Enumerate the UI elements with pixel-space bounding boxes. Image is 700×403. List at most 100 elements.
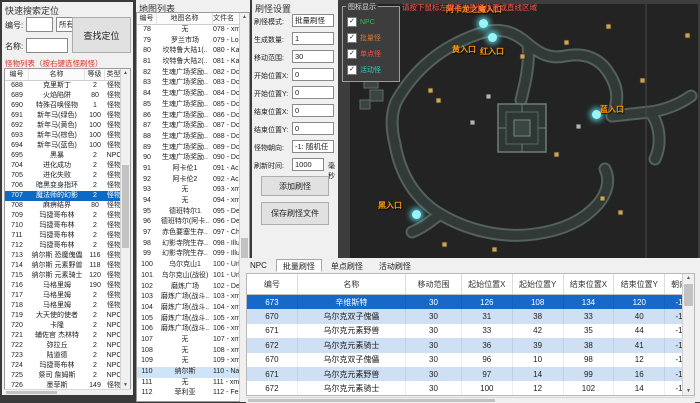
list-item[interactable]: 710玛捷哥布林2怪物 [5, 221, 130, 231]
list-item[interactable]: 81坎特鲁大陆2(..081 - Kar [137, 57, 249, 68]
list-item[interactable]: 709玛捷哥布林2怪物 [5, 211, 130, 221]
list-item[interactable]: 718马格里姆2怪物 [5, 301, 130, 311]
list-item[interactable]: 103磨炼广场(战斗..103 - xm [137, 292, 249, 303]
list-item[interactable]: 83生魂广场奖励..083 - Dou [137, 78, 249, 89]
list-item[interactable]: 693新年马(棕色)100怪物 [5, 131, 130, 141]
list-item[interactable]: 688克里斯丁2怪物 [5, 81, 130, 91]
list-item[interactable]: 93无093 - xm [137, 185, 249, 196]
list-item[interactable]: 707魔法师的幻影2怪物 [5, 191, 130, 201]
list-item[interactable]: 84生魂广场奖励..084 - Dou [137, 89, 249, 100]
field-input[interactable]: 0 [292, 122, 334, 135]
list-item[interactable]: 97赤色要塞生存..097 - Cha [137, 228, 249, 239]
field-input[interactable]: 30 [292, 50, 334, 63]
list-item[interactable]: 95德班特尔1095 - Deb [137, 207, 249, 218]
list-item[interactable]: 105磨炼广场(战斗..105 - xm [137, 314, 249, 325]
list-item[interactable]: 100乌尔克山1100 - Urk [137, 260, 249, 271]
list-item[interactable]: 720卡隆2NPC [5, 321, 130, 331]
list-item[interactable]: 85生魂广场奖励..085 - Dou [137, 100, 249, 111]
list-item[interactable]: 716马格里姆190怪物 [5, 281, 130, 291]
spawn-table-hscrollbar[interactable] [246, 397, 695, 403]
list-item[interactable]: 108无108 - xm [137, 346, 249, 357]
list-item[interactable]: 99幻影寺院生存..099 - Illus [137, 249, 249, 260]
list-item[interactable]: 689火焰陷阱80怪物 [5, 91, 130, 101]
field-select[interactable]: -1: 随机任 [292, 140, 334, 153]
table-row[interactable]: 670乌尔克双子傀儡3031383340-1 [247, 309, 694, 323]
list-item[interactable]: 92阿卡伦2092 - Ach [137, 175, 249, 186]
scroll-up-icon[interactable]: ▲ [683, 274, 694, 282]
list-item[interactable]: 111无111 - xm [137, 378, 249, 389]
list-item[interactable]: 102磨炼广场102 - Dev [137, 282, 249, 293]
map-canvas[interactable]: 阿卡龙之魔入口黄入口红入口蓝入口黑入口 [350, 4, 698, 258]
checkbox[interactable]: ✓ [347, 17, 357, 27]
list-item[interactable]: 713纳尔斯 恐魔傀儡116怪物 [5, 251, 130, 261]
table-row[interactable]: 673辛维斯特30126108134120-1 [247, 295, 694, 309]
list-item[interactable]: 711玛捷哥布林2怪物 [5, 231, 130, 241]
list-item[interactable]: 86生魂广场奖励..086 - Dou [137, 111, 249, 122]
table-row[interactable]: 670乌尔克双子傀儡3096109812-1 [247, 353, 694, 367]
scroll-up-icon[interactable]: ▲ [121, 69, 130, 77]
scroll-down-icon[interactable]: ▼ [683, 387, 694, 395]
monster-name-input[interactable] [26, 38, 68, 53]
list-item[interactable]: 694新年马(蓝色)100怪物 [5, 141, 130, 151]
tab-2[interactable]: 批量刷怪 [276, 259, 322, 272]
spawn-table-scrollbar[interactable]: ▲ ▼ [682, 274, 694, 395]
list-item[interactable]: 96德班特尔(阿卡..096 - Deb [137, 217, 249, 228]
table-row[interactable]: 671乌尔克元素野兽3033423544-1 [247, 324, 694, 338]
checkbox[interactable]: ✓ [347, 65, 357, 75]
list-item[interactable]: 109无109 - xm [137, 356, 249, 367]
list-item[interactable]: 692新年马(黄色)100怪物 [5, 121, 130, 131]
list-item[interactable]: 704进化成功2怪物 [5, 161, 130, 171]
list-item[interactable]: 106磨炼广场(战斗..106 - xm [137, 324, 249, 335]
table-row[interactable]: 672乌尔克元素骑士3036393841-1 [247, 338, 694, 352]
list-item[interactable]: 94无094 - xm [137, 196, 249, 207]
list-item[interactable]: 723陆道德2NPC [5, 351, 130, 361]
list-item[interactable]: 88生魂广场奖励..088 - Dou [137, 132, 249, 143]
list-item[interactable]: 110纳尔斯110 - Nar [137, 367, 249, 378]
list-item[interactable]: 82生魂广场奖励..082 - Dou [137, 68, 249, 79]
monster-id-input[interactable] [26, 17, 53, 32]
scroll-up-icon[interactable]: ▲ [240, 13, 249, 21]
tab-3[interactable]: 单点刷怪 [324, 259, 370, 272]
list-item[interactable]: 112菲利亚112 - Fere [137, 388, 249, 399]
list-item[interactable]: 712玛捷哥布林2怪物 [5, 241, 130, 251]
monster-list-hscrollbar[interactable] [4, 389, 131, 395]
list-item[interactable]: 80坎特鲁大陆1(..080 - Kar [137, 46, 249, 57]
list-item[interactable]: 104磨炼广场(战斗..104 - xm [137, 303, 249, 314]
list-item[interactable]: 691新年马(绿色)100怪物 [5, 111, 130, 121]
list-item[interactable]: 91阿卡伦1091 - Ach [137, 164, 249, 175]
list-item[interactable]: 715纳尔斯 元素骑士120怪物 [5, 271, 130, 281]
list-item[interactable]: 714纳尔斯 元素野兽118怪物 [5, 261, 130, 271]
list-item[interactable]: 690特殊召唤怪物1怪物 [5, 101, 130, 111]
find-locate-button[interactable]: 查找定位 [72, 17, 131, 53]
add-spawn-button[interactable]: 添加刷怪 [261, 176, 329, 196]
list-item[interactable]: 705进化失败2怪物 [5, 171, 130, 181]
list-item[interactable]: 719大天使的使者2NPC [5, 311, 130, 321]
list-item[interactable]: 107无107 - xm [137, 335, 249, 346]
field-select[interactable]: 批量刷怪 [292, 14, 334, 27]
table-row[interactable]: 671乌尔克元素野兽3097149916-1 [247, 367, 694, 381]
list-item[interactable]: 79罗兰市场079 - Lor [137, 36, 249, 47]
tab-4[interactable]: 活动刷怪 [372, 259, 418, 272]
list-item[interactable]: 721辅佐官 杰林特2NPC [5, 331, 130, 341]
list-item[interactable]: 90生魂广场奖励..090 - Dou [137, 153, 249, 164]
list-item[interactable]: 706暗黑变身指环2怪物 [5, 181, 130, 191]
list-item[interactable]: 725祭司 詹姆斯2NPC [5, 371, 130, 381]
list-item[interactable]: 98幻影寺院生存..098 - Illus [137, 239, 249, 250]
field-input[interactable]: 0 [292, 68, 334, 81]
list-item[interactable]: 722弥拉丘2NPC [5, 341, 130, 351]
list-item[interactable]: 89生魂广场奖励..089 - Dou [137, 143, 249, 154]
list-item[interactable]: 717马格里姆2怪物 [5, 291, 130, 301]
field-input[interactable]: 1 [292, 32, 334, 45]
checkbox[interactable]: ✓ [347, 49, 357, 59]
save-spawn-file-button[interactable]: 保存刷怪文件 [261, 202, 329, 225]
table-row[interactable]: 672乌尔克元素骑士301001210214-1 [247, 381, 694, 395]
checkbox[interactable]: ✓ [347, 33, 357, 43]
list-item[interactable]: 87生魂广场奖励..087 - Dou [137, 121, 249, 132]
list-item[interactable]: 78无078 - xm [137, 25, 249, 36]
list-item[interactable]: 724玛捷哥布林2NPC [5, 361, 130, 371]
list-item[interactable]: 101乌尔克山(战役)101 - Urk [137, 271, 249, 282]
list-item[interactable]: 708麻痹结界80怪物 [5, 201, 130, 211]
scroll-down-icon[interactable]: ▼ [121, 381, 130, 389]
field-input[interactable]: 0 [292, 86, 334, 99]
tab-1[interactable]: NPC [243, 259, 274, 272]
